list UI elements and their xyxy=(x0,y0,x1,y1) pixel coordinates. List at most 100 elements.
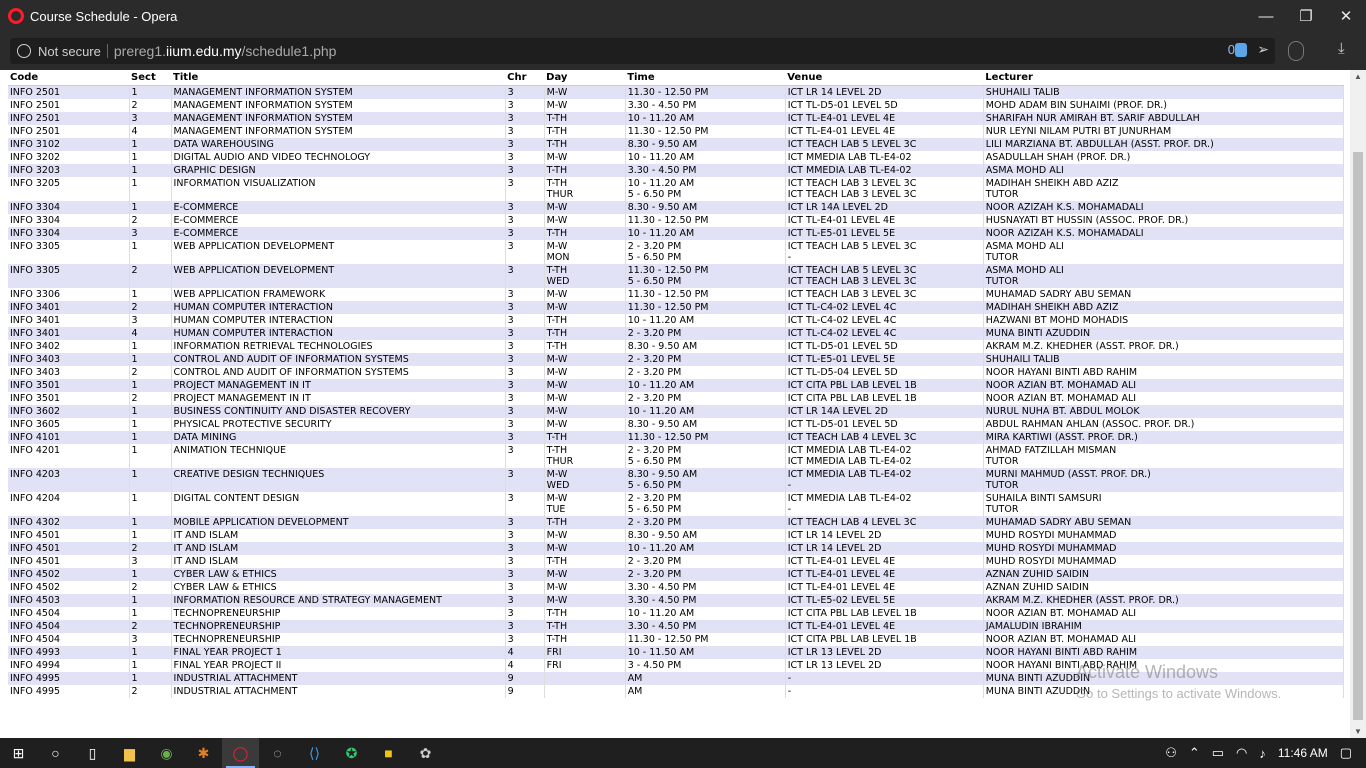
cell-chr: 3 xyxy=(505,85,545,99)
cell-venue: ICT TL-D5-01 LEVEL 5D xyxy=(785,339,984,353)
title-text: CONTROL AND AUDIT OF INFORMATION SYSTEMS xyxy=(173,353,409,365)
scrollbar-thumb[interactable] xyxy=(1353,152,1363,720)
time-text: 8.30 - 9.50 AM xyxy=(627,201,698,213)
app-icon[interactable]: ✿ xyxy=(407,738,444,768)
adblock-icon[interactable] xyxy=(1235,43,1247,57)
chr-text: 3 xyxy=(507,301,514,313)
wifi-icon[interactable]: ◠ xyxy=(1236,745,1247,761)
time-text: 3 - 4.50 PM xyxy=(627,659,682,671)
time-text-secondary: 5 - 6.50 PM xyxy=(627,479,682,491)
cell-day: M-W xyxy=(544,417,626,431)
cell-chr: 3 xyxy=(505,98,545,112)
cell-chr: 3 xyxy=(505,443,545,468)
security-label[interactable]: Not secure xyxy=(38,44,101,59)
start-icon[interactable]: ⊞ xyxy=(0,738,37,768)
download-icon[interactable]: ⤓ xyxy=(1338,40,1345,57)
cell-time: AM xyxy=(625,671,786,685)
opera-gx-icon[interactable]: ◌ xyxy=(259,738,296,768)
code-text: INFO 2501 xyxy=(10,112,61,124)
day-text: T-TH xyxy=(546,314,568,326)
app-icon[interactable]: ✱ xyxy=(185,738,222,768)
time-text: 10 - 11.20 AM xyxy=(627,607,695,619)
vscode-icon[interactable]: ⟨⟩ xyxy=(296,738,333,768)
url-text[interactable]: prereg1.iium.edu.my/schedule1.php xyxy=(114,43,337,59)
venue-text: ICT TL-E4-01 LEVEL 4E xyxy=(787,112,896,124)
cell-time: 10 - 11.20 AM xyxy=(625,541,786,555)
code-text: INFO 3102 xyxy=(10,138,61,150)
url-field[interactable]: Not secure prereg1.iium.edu.my/schedule1… xyxy=(10,38,1275,64)
cell-day: T-TH xyxy=(544,339,626,353)
cell-lecturer: NOOR AZIZAH K.S. MOHAMADALI xyxy=(983,226,1345,240)
clock[interactable]: 11:46 AM xyxy=(1278,746,1328,760)
time-text: 10 - 11.20 AM xyxy=(627,227,695,239)
cell-code: INFO 3501 xyxy=(8,391,130,405)
cell-venue: ICT TEACH LAB 4 LEVEL 3C xyxy=(785,515,984,529)
cell-venue: ICT TL-D5-01 LEVEL 5D xyxy=(785,417,984,431)
chevron-up-icon[interactable]: ⌃ xyxy=(1189,745,1200,761)
send-icon[interactable]: ➢ xyxy=(1257,41,1269,58)
cell-lecturer: MOHD ADAM BIN SUHAIMI (PROF. DR.) xyxy=(983,98,1345,112)
chr-text: 3 xyxy=(507,138,514,150)
cell-venue: ICT MMEDIA LAB TL-E4-02 xyxy=(785,150,984,164)
vertical-scrollbar[interactable]: ▲ ▼ xyxy=(1350,70,1366,738)
cell-sect: 2 xyxy=(129,619,172,633)
title-text: TECHNOPRENEURSHIP xyxy=(173,620,281,632)
cell-time: 2 - 3.20 PM xyxy=(625,326,786,340)
volume-icon[interactable]: ♪ xyxy=(1259,746,1266,761)
chr-text: 3 xyxy=(507,288,514,300)
vpn-icon[interactable] xyxy=(1288,41,1304,61)
sect-text: 2 xyxy=(131,542,138,554)
cell-title: E-COMMERCE xyxy=(171,213,506,227)
sticky-notes-icon[interactable]: ■ xyxy=(370,738,407,768)
cell-code: INFO 4501 xyxy=(8,554,130,568)
lecturer-text: AKRAM M.Z. KHEDHER (ASST. PROF. DR.) xyxy=(985,594,1179,606)
lecturer-text: MADIHAH SHEIKH ABD AZIZ xyxy=(985,301,1119,313)
lecturer-text: LILI MARZIANA BT. ABDULLAH (ASST. PROF. … xyxy=(985,138,1214,150)
people-icon[interactable]: ⚇ xyxy=(1165,745,1177,761)
cell-sect: 1 xyxy=(129,137,172,151)
code-text: INFO 4201 xyxy=(10,444,61,456)
sect-text: 3 xyxy=(131,633,138,645)
cell-time: 10 - 11.50 AM xyxy=(625,645,786,659)
scroll-up-icon[interactable]: ▲ xyxy=(1354,72,1362,81)
day-text: M-W xyxy=(546,288,568,300)
lecturer-text: MUNA BINTI AZUDDIN xyxy=(985,327,1091,339)
code-text: INFO 3501 xyxy=(10,392,61,404)
separator xyxy=(106,44,108,58)
url-prefix: prereg1. xyxy=(113,43,167,59)
time-text: 11.30 - 12.50 PM xyxy=(627,214,709,226)
venue-text: ICT TL-D5-01 LEVEL 5D xyxy=(787,418,898,430)
code-text: INFO 3402 xyxy=(10,340,61,352)
search-icon[interactable]: ○ xyxy=(37,738,74,768)
title-text: ANIMATION TECHNIQUE xyxy=(173,444,287,456)
minimize-button[interactable]: — xyxy=(1246,0,1286,32)
code-text: INFO 3401 xyxy=(10,327,61,339)
maximize-button[interactable]: ❐ xyxy=(1286,0,1326,32)
cell-day: T-TH xyxy=(544,163,626,177)
cell-time: 11.30 - 12.50 PM xyxy=(625,124,786,138)
cell-lecturer: NOOR AZIAN BT. MOHAMAD ALI xyxy=(983,391,1345,405)
app-icon[interactable]: ✪ xyxy=(333,738,370,768)
scroll-down-icon[interactable]: ▼ xyxy=(1354,727,1362,736)
lecturer-text: MADIHAH SHEIKH ABD AZIZ xyxy=(985,177,1119,189)
cell-code: INFO 4502 xyxy=(8,580,130,594)
cell-lecturer: ASMA MOHD ALI TUTOR xyxy=(983,239,1345,264)
day-text: M-W xyxy=(546,418,568,430)
cell-chr: 3 xyxy=(505,515,545,529)
day-text: T-TH xyxy=(546,340,568,352)
task-view-icon[interactable]: ▯ xyxy=(74,738,111,768)
cell-chr: 3 xyxy=(505,339,545,353)
close-button[interactable]: ✕ xyxy=(1326,0,1366,32)
venue-text: ICT TL-C4-02 LEVEL 4C xyxy=(787,327,897,339)
cell-chr: 3 xyxy=(505,111,545,125)
file-explorer-icon[interactable]: ▆ xyxy=(111,738,148,768)
system-tray: ⚇ ⌃ ▭ ◠ ♪ 11:46 AM ▢ xyxy=(1159,738,1366,768)
sect-text: 2 xyxy=(131,366,138,378)
cell-lecturer: NOOR AZIAN BT. MOHAMAD ALI xyxy=(983,378,1345,392)
notification-icon[interactable]: ▢ xyxy=(1340,745,1352,761)
cell-venue: ICT TL-C4-02 LEVEL 4C xyxy=(785,300,984,314)
app-icon[interactable]: ◉ xyxy=(148,738,185,768)
opera-taskbar-icon[interactable]: ◯ xyxy=(222,738,259,768)
table-row: INFO 4204 1 DIGITAL CONTENT DESIGN 3 M-W TUE 2… xyxy=(8,491,1345,516)
battery-icon[interactable]: ▭ xyxy=(1212,745,1224,761)
